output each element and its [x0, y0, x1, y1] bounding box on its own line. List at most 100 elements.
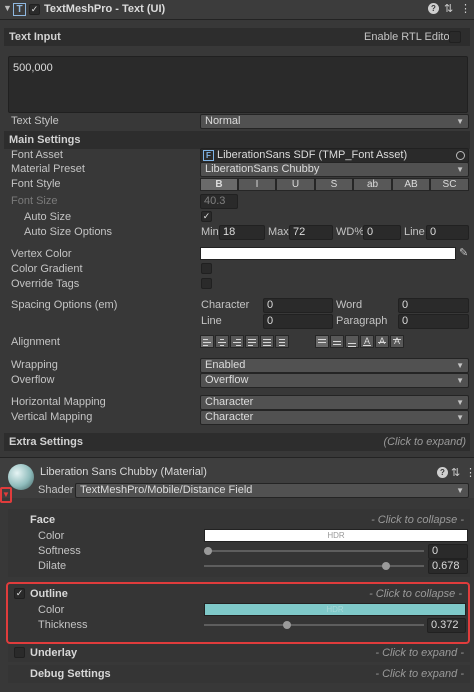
object-picker-icon[interactable] — [456, 151, 465, 160]
component-header: ▼ T ✓ TextMeshPro - Text (UI) ? ⇅ ⋮ — [0, 0, 474, 20]
underlay-hint: - Click to expand - — [375, 647, 464, 659]
font-style-uppercase-button[interactable]: AB — [392, 178, 430, 191]
material-title: Liberation Sans Chubby (Material) — [40, 466, 207, 478]
preset-icon[interactable]: ⇅ — [444, 2, 453, 15]
thickness-field[interactable]: 0.372 — [427, 618, 466, 633]
font-asset-field[interactable]: F LiberationSans SDF (TMP_Font Asset) — [200, 148, 469, 163]
face-hint[interactable]: - Click to collapse - — [371, 512, 464, 528]
font-size-value: 40.3 — [204, 195, 226, 207]
dilate-knob[interactable] — [382, 562, 390, 570]
font-style-italic-button[interactable]: I — [238, 178, 276, 191]
font-style-lowercase-button[interactable]: ab — [353, 178, 392, 191]
dilate-field[interactable]: 0.678 — [428, 559, 468, 574]
outline-header[interactable]: Outline — [30, 586, 68, 602]
thickness-value: 0.372 — [431, 619, 459, 631]
align-left-icon[interactable] — [200, 335, 214, 348]
alignment-buttons: A A A — [200, 335, 469, 349]
face-header[interactable]: Face — [30, 512, 55, 528]
wd-field[interactable]: 0 — [363, 225, 401, 240]
wrapping-dropdown[interactable]: Enabled ▼ — [200, 358, 469, 373]
help-icon[interactable]: ? — [428, 3, 439, 14]
max-value: 72 — [293, 226, 306, 238]
font-style-bold-button[interactable]: B — [200, 178, 238, 191]
font-style-label: Font Style — [11, 178, 61, 190]
auto-size-checkbox[interactable]: ✓ — [201, 211, 212, 222]
font-asset-value: LiberationSans SDF (TMP_Font Asset) — [217, 149, 408, 161]
align-bottom-icon[interactable] — [345, 335, 359, 348]
thickness-knob[interactable] — [283, 621, 291, 629]
material-more-icon[interactable]: ⋮ — [465, 466, 474, 479]
softness-knob[interactable] — [204, 547, 212, 555]
font-style-strikethrough-button[interactable]: S — [315, 178, 353, 191]
align-top-icon[interactable] — [315, 335, 329, 348]
underlay-header: Underlay — [30, 647, 78, 659]
underlay-checkbox[interactable] — [14, 647, 25, 658]
character-spacing-field[interactable]: 0 — [263, 298, 333, 313]
debug-hint: - Click to expand - — [375, 668, 464, 680]
foldout-arrow-icon[interactable]: ▼ — [3, 3, 12, 13]
text-style-dropdown[interactable]: Normal ▼ — [200, 114, 469, 129]
align-center-icon[interactable] — [215, 335, 229, 348]
text-input-area[interactable]: 500,000 — [8, 56, 468, 113]
dilate-slider[interactable] — [204, 558, 424, 574]
chevron-down-icon: ▼ — [456, 361, 464, 370]
main-settings-header: Main Settings — [4, 131, 470, 149]
align-right-icon[interactable] — [230, 335, 244, 348]
align-flush-icon[interactable] — [260, 335, 274, 348]
override-tags-checkbox[interactable] — [201, 278, 212, 289]
vertex-color-swatch[interactable] — [200, 247, 456, 260]
font-style-smallcaps-button[interactable]: SC — [430, 178, 469, 191]
vertical-mapping-value: Character — [205, 411, 254, 423]
align-middle-icon[interactable] — [330, 335, 344, 348]
color-gradient-checkbox[interactable] — [201, 263, 212, 274]
eyedropper-icon[interactable]: ✎ — [459, 246, 468, 259]
outline-color-swatch[interactable]: HDR — [204, 603, 466, 616]
rtl-checkbox[interactable] — [449, 31, 461, 43]
material-help-icon[interactable]: ? — [437, 467, 448, 478]
underlay-panel[interactable]: Underlay - Click to expand - — [8, 644, 470, 662]
material-preview-icon — [8, 464, 34, 490]
align-geometry-center-icon[interactable] — [275, 335, 289, 348]
more-options-icon[interactable]: ⋮ — [460, 2, 471, 15]
word-spacing-field[interactable]: 0 — [398, 298, 469, 313]
extra-settings-hint: (Click to expand) — [383, 436, 466, 448]
align-baseline-icon[interactable]: A — [360, 335, 374, 348]
max-field[interactable]: 72 — [289, 225, 333, 240]
chevron-down-icon: ▼ — [456, 486, 464, 495]
softness-slider[interactable] — [204, 543, 424, 559]
line-spacing-adjust-label: Line — [404, 226, 425, 238]
overflow-dropdown[interactable]: Overflow ▼ — [200, 373, 469, 388]
dilate-label: Dilate — [38, 560, 67, 572]
line-spacing-field[interactable]: 0 — [263, 314, 333, 329]
text-input-header: Text Input Enable RTL Editor — [4, 28, 470, 46]
font-style-underline-button[interactable]: U — [276, 178, 315, 191]
thickness-label: Thickness — [38, 619, 88, 631]
extra-settings-header[interactable]: Extra Settings (Click to expand) — [4, 433, 470, 451]
word-spacing-label: Word — [336, 299, 363, 311]
face-color-label: Color — [38, 530, 65, 542]
horizontal-mapping-dropdown[interactable]: Character ▼ — [200, 395, 469, 410]
thickness-slider[interactable] — [204, 617, 424, 633]
material-preset-dropdown[interactable]: LiberationSans Chubby ▼ — [200, 162, 469, 177]
debug-panel[interactable]: Debug Settings - Click to expand - — [8, 665, 470, 683]
rtl-label: Enable RTL Editor — [364, 31, 454, 43]
override-tags-label: Override Tags — [11, 278, 80, 290]
softness-label: Softness — [38, 545, 81, 557]
align-capline-icon[interactable]: A — [390, 335, 404, 348]
face-color-swatch[interactable]: HDR — [204, 529, 468, 542]
align-justified-icon[interactable] — [245, 335, 259, 348]
font-asset-icon: F — [203, 150, 214, 161]
alignment-label: Alignment — [11, 336, 60, 348]
material-preset-icon[interactable]: ⇅ — [451, 466, 460, 479]
material-foldout-highlight[interactable]: ▼ — [0, 487, 12, 503]
outline-checkbox[interactable]: ✓ — [14, 588, 25, 599]
vertical-mapping-dropdown[interactable]: Character ▼ — [200, 410, 469, 425]
line-spacing-adjust-field[interactable]: 0 — [426, 225, 469, 240]
softness-field[interactable]: 0 — [428, 544, 468, 559]
paragraph-spacing-field[interactable]: 0 — [398, 314, 469, 329]
min-field[interactable]: 18 — [219, 225, 265, 240]
outline-hint[interactable]: - Click to collapse - — [369, 586, 462, 602]
shader-dropdown[interactable]: TextMeshPro/Mobile/Distance Field ▼ — [75, 483, 469, 498]
component-enabled-checkbox[interactable]: ✓ — [29, 4, 40, 15]
align-midline-icon[interactable]: A — [375, 335, 389, 348]
